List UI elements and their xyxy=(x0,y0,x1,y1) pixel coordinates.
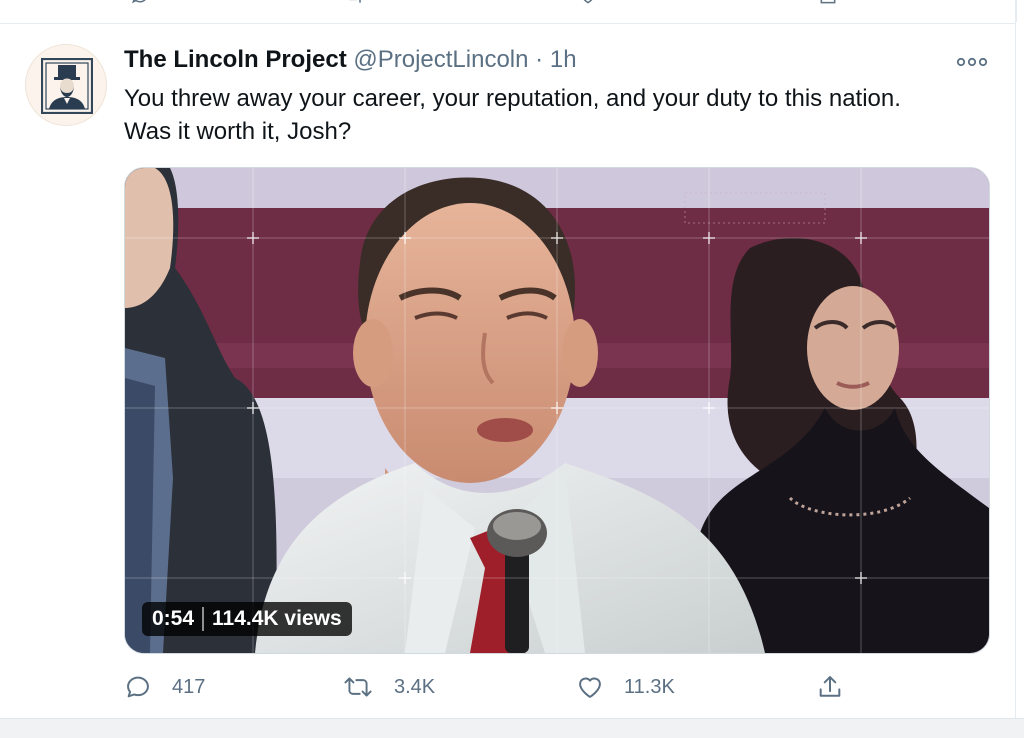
badge-divider xyxy=(202,607,205,631)
tweet-text: You threw away your career, your reputat… xyxy=(124,85,901,145)
timestamp[interactable]: 1h xyxy=(550,46,577,73)
share-button[interactable] xyxy=(816,669,864,705)
tweet-actions: 417 3.4K 11.3K xyxy=(124,669,988,709)
retweet-button[interactable]: 3.4K xyxy=(342,669,435,705)
video-duration: 0:54 xyxy=(152,607,195,630)
reply-count: 417 xyxy=(172,675,206,698)
video-player[interactable]: 0:54 114.4K views xyxy=(124,167,990,654)
retweet-count: 3.4K xyxy=(394,675,436,698)
avatar[interactable] xyxy=(25,44,107,126)
retweet-icon[interactable] xyxy=(345,0,365,6)
video-info-badge: 0:54 114.4K views xyxy=(142,602,352,636)
like-count: 11.3K xyxy=(624,675,675,698)
lincoln-portrait-icon xyxy=(41,58,93,114)
like-button[interactable]: 11.3K xyxy=(576,669,675,705)
tweet[interactable]: The Lincoln Project @ProjectLincoln · 1h… xyxy=(0,24,1015,718)
reply-icon[interactable] xyxy=(130,0,150,6)
tweet-header: The Lincoln Project @ProjectLincoln · 1h xyxy=(124,45,577,75)
video-thumbnail xyxy=(125,168,989,653)
heart-icon xyxy=(579,677,601,698)
previous-tweet-actions xyxy=(0,0,1017,22)
user-handle[interactable]: @ProjectLincoln xyxy=(353,46,528,73)
reply-button[interactable]: 417 xyxy=(124,669,205,705)
more-icon xyxy=(956,57,988,67)
share-icon xyxy=(819,676,841,697)
more-options-button[interactable] xyxy=(955,52,989,72)
timeline: The Lincoln Project @ProjectLincoln · 1h… xyxy=(0,0,1024,738)
display-name[interactable]: The Lincoln Project xyxy=(124,46,347,73)
column-border xyxy=(1015,0,1016,718)
separator-dot: · xyxy=(535,46,544,73)
retweet-icon xyxy=(344,677,372,697)
video-views: 114.4K views xyxy=(212,607,342,630)
share-icon[interactable] xyxy=(818,0,838,6)
reply-icon xyxy=(127,676,149,698)
like-icon[interactable] xyxy=(578,0,598,6)
timeline-bottom xyxy=(0,718,1024,738)
